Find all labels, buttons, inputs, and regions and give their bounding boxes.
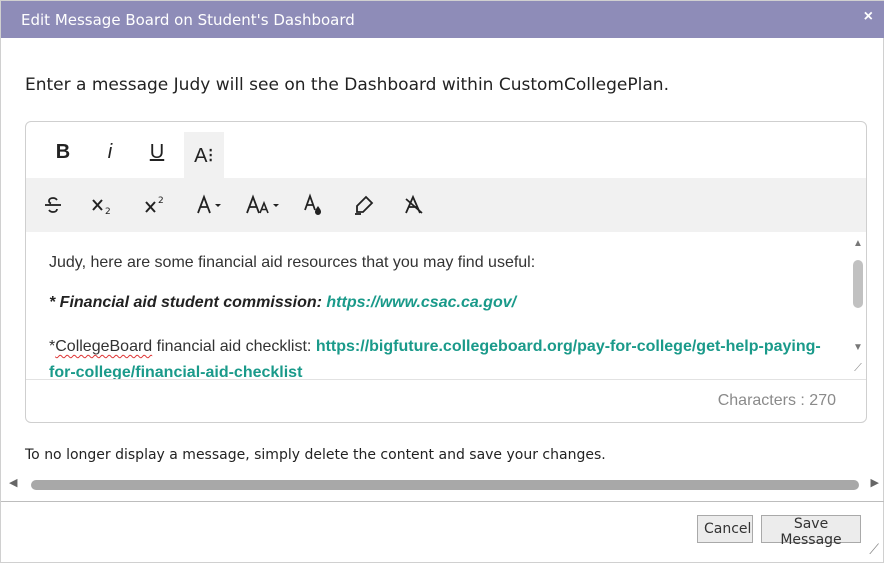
edit-message-dialog: Edit Message Board on Student's Dashboar… — [0, 0, 884, 563]
scroll-up-icon[interactable]: ▲ — [853, 238, 863, 249]
dialog-title: Edit Message Board on Student's Dashboar… — [21, 11, 355, 29]
intro-text: Enter a message Judy will see on the Das… — [25, 75, 669, 95]
scroll-right-icon[interactable]: ▶ — [871, 476, 879, 489]
italic-button[interactable]: i — [90, 132, 130, 172]
footer-divider — [1, 501, 884, 502]
character-count: Characters : 270 — [717, 392, 836, 409]
close-icon[interactable]: × — [864, 8, 873, 26]
more-text-button[interactable]: A⁝ — [184, 132, 224, 178]
content-line-1: Judy, here are some financial aid resour… — [49, 254, 536, 271]
font-size-icon[interactable] — [241, 185, 287, 225]
underline-button[interactable]: U — [137, 132, 177, 172]
save-message-button[interactable]: Save Message — [761, 515, 861, 548]
superscript-icon[interactable]: 2 — [136, 185, 176, 225]
spellcheck-word: CollegeBoard — [55, 338, 153, 355]
editor-vertical-scrollbar[interactable]: ▲ ▼ — [850, 232, 866, 379]
bold-button[interactable]: B — [43, 132, 83, 172]
toolbar-row-2: 2 2 — [26, 178, 866, 232]
horizontal-scrollbar[interactable]: ◀ ▶ — [9, 476, 879, 492]
cancel-button[interactable]: Cancel — [697, 515, 753, 543]
scroll-left-icon[interactable]: ◀ — [9, 476, 17, 489]
subscript-icon[interactable]: 2 — [83, 185, 123, 225]
rich-text-editor: B i U A⁝ 2 2 Judy, here are some financi… — [25, 121, 867, 423]
svg-text:2: 2 — [105, 207, 111, 216]
commission-label: * Financial aid student commission: — [49, 294, 322, 311]
editor-content[interactable]: Judy, here are some financial aid resour… — [26, 232, 850, 379]
editor-resize-icon[interactable]: ⟋ — [850, 362, 866, 378]
editor-divider — [26, 379, 866, 380]
toolbar-row-1: B i U A⁝ — [26, 122, 866, 178]
text-color-drop-icon[interactable] — [294, 185, 334, 225]
checklist-label: financial aid checklist: — [152, 338, 312, 355]
clear-format-icon[interactable] — [394, 185, 434, 225]
dialog-resize-grip-icon[interactable]: ⟋ — [869, 541, 879, 558]
scroll-thumb[interactable] — [853, 260, 863, 308]
dialog-titlebar: Edit Message Board on Student's Dashboar… — [1, 1, 884, 38]
horizontal-scroll-thumb[interactable] — [31, 480, 859, 490]
svg-text:2: 2 — [158, 196, 164, 206]
scroll-down-icon[interactable]: ▼ — [853, 342, 863, 353]
content-line-3: *CollegeBoard financial aid checklist: h… — [49, 334, 829, 379]
content-line-2: * Financial aid student commission: http… — [49, 294, 516, 312]
strikethrough-icon[interactable] — [33, 185, 73, 225]
csac-link[interactable]: https://www.csac.ca.gov/ — [326, 294, 516, 311]
delete-note: To no longer display a message, simply d… — [25, 447, 606, 463]
font-color-icon[interactable] — [189, 185, 229, 225]
highlighter-icon[interactable] — [344, 185, 384, 225]
